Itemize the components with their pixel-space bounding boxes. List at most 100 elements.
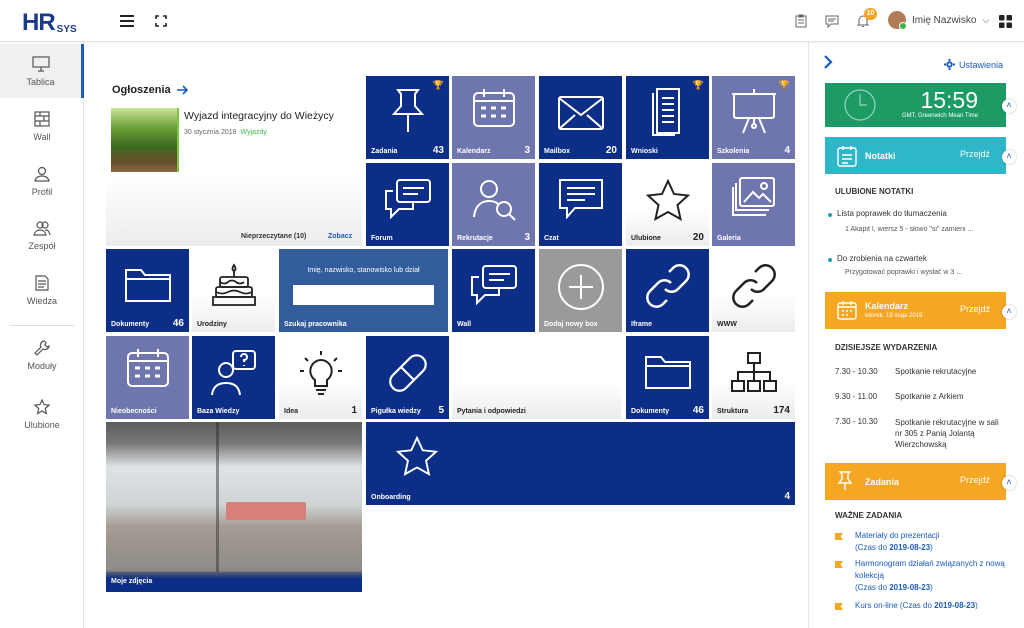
settings-label: Ustawienia <box>959 59 1004 70</box>
tile-add-box[interactable]: Dodaj nowy box <box>539 249 622 332</box>
calendar-date: wtorek, 19 maja 2019 <box>865 313 923 319</box>
tile-forum[interactable]: Forum <box>366 163 449 246</box>
task-due-date: 2019-08-23 <box>889 583 931 592</box>
sidebar-item-moduly[interactable]: Moduły <box>0 328 84 382</box>
bullet-dot <box>828 213 832 217</box>
tile-wall[interactable]: Wall <box>452 249 535 332</box>
tile-rekrutacje[interactable]: Rekrutacje 3 <box>452 163 535 246</box>
tile-count: 43 <box>432 145 444 156</box>
calendar-title: Kalendarz <box>865 300 909 311</box>
pushpin-icon <box>391 89 424 132</box>
tile-dokumenty[interactable]: Dokumenty 46 <box>106 249 189 332</box>
presentation-board-icon <box>731 89 776 134</box>
chevron-up-icon[interactable]: ˄ <box>1002 99 1016 113</box>
announcements-tile[interactable]: Ogłoszenia Wyjazd integracyjny do Wieżyc… <box>106 76 362 246</box>
user-menu[interactable]: Imię Nazwisko ⌵ <box>888 11 989 30</box>
tile-ulubione[interactable]: Ulubione 20 <box>626 163 709 246</box>
event-title[interactable]: Spotkanie z Arkiem <box>895 392 963 401</box>
unread-count: Nieprzeczytane (10) <box>241 233 307 240</box>
tile-czat[interactable]: Czat <box>539 163 622 246</box>
notes-title: Notatki <box>865 150 896 161</box>
tile-mailbox[interactable]: Mailbox 20 <box>539 76 622 159</box>
employee-search-input[interactable] <box>293 285 434 305</box>
star-outline-icon <box>645 179 690 221</box>
tile-label: Dokumenty <box>111 321 150 328</box>
tile-iframe[interactable]: Iframe <box>626 249 709 332</box>
tile-dokumenty-2[interactable]: Dokumenty 46 <box>626 336 709 419</box>
tile-label: Galeria <box>717 235 741 242</box>
tile-galeria[interactable]: Galeria <box>712 163 795 246</box>
see-link[interactable]: Zobacz <box>328 233 352 240</box>
tasks-header[interactable]: Zadania Przejdź ˄ <box>825 463 1016 500</box>
event-title[interactable]: Spotkanie rekrutacyjne <box>895 367 976 376</box>
clipboard-icon[interactable] <box>792 12 810 30</box>
tasks-go-link[interactable]: Przejdź <box>960 475 990 485</box>
task-item[interactable]: Materiały do prezentacji (Czas do 2019-0… <box>855 530 939 554</box>
tile-nieobecnosci[interactable]: Nieobecności <box>106 336 189 419</box>
tile-label: Dodaj nowy box <box>544 321 598 328</box>
tile-label: Idea <box>284 408 299 415</box>
star-outline-icon <box>395 435 439 481</box>
chat-bubble-icon <box>558 179 603 219</box>
tile-www[interactable]: WWW <box>712 249 795 332</box>
tile-szkolenia[interactable]: 🏆 Szkolenia 4 <box>712 76 795 159</box>
chevron-up-icon[interactable]: ˄ <box>1002 304 1016 319</box>
fullscreen-icon[interactable] <box>152 12 170 30</box>
hamburger-menu-icon[interactable] <box>118 12 136 30</box>
tile-pytania[interactable]: Pytania i odpowiedzi <box>452 336 621 419</box>
sidebar-item-zespol[interactable]: Zespół <box>0 208 84 262</box>
flag-icon <box>835 603 843 610</box>
notes-go-link[interactable]: Przejdź <box>960 149 990 159</box>
event-title[interactable]: Spotkanie rekrutacyjne w sali nr 305 z P… <box>895 417 1005 450</box>
announcement-headline[interactable]: Wyjazd integracyjny do Wieżycy <box>184 110 356 122</box>
tile-szukaj-pracownika[interactable]: Imię, nazwisko, stanowisko lub dział Szu… <box>279 249 448 332</box>
chevron-up-icon[interactable]: ˄ <box>1002 149 1016 164</box>
collapse-panel-icon[interactable] <box>823 55 833 74</box>
sidebar-item-label: Tablica <box>26 76 55 87</box>
tile-zadania[interactable]: 🏆 Zadania 43 <box>366 76 449 159</box>
sidebar-item-tablica[interactable]: Tablica <box>0 44 84 98</box>
sidebar-item-ulubione[interactable]: Ulubione <box>0 387 84 441</box>
tile-label: Kalendarz <box>457 148 491 155</box>
right-panel: Ustawienia 15:59 GMT, Greenwich Mean Tim… <box>808 42 1024 628</box>
announcement-image[interactable] <box>111 108 179 172</box>
tile-kalendarz[interactable]: Kalendarz 3 <box>452 76 535 159</box>
note-title[interactable]: Do zrobienia na czwartek <box>837 254 927 263</box>
notes-header[interactable]: Notatki Przejdź ˄ <box>825 137 1016 174</box>
announcement-category[interactable]: Wyjazdy <box>241 129 267 136</box>
task-due: (Czas do 2019-08-23) <box>855 582 1015 594</box>
sidebar-item-profil[interactable]: Profil <box>0 154 84 208</box>
calendar-header[interactable]: Kalendarz wtorek, 19 maja 2019 Przejdź ˄ <box>825 292 1016 329</box>
tile-pigulka-wiedzy[interactable]: Pigułka wiedzy 5 <box>366 336 449 419</box>
event-time: 9.30 - 11.00 <box>835 392 878 401</box>
bullet-dot <box>828 258 832 262</box>
chat-icon[interactable] <box>823 12 841 30</box>
task-item[interactable]: Harmonogram działań związanych z nową ko… <box>855 558 1015 594</box>
chevron-up-icon[interactable]: ˄ <box>1002 475 1016 490</box>
tile-onboarding[interactable]: Onboarding 4 <box>366 422 795 505</box>
plus-circle-icon <box>557 264 604 310</box>
tile-wnioski[interactable]: 🏆 Wnioski <box>626 76 709 159</box>
tile-idea[interactable]: Idea 1 <box>279 336 362 419</box>
tile-count: 46 <box>692 405 704 416</box>
flag-icon <box>835 533 843 540</box>
tile-moje-zdjecia[interactable]: Moje zdjęcia <box>106 422 362 592</box>
logo[interactable]: HR SYS <box>22 9 77 35</box>
sidebar-item-wall[interactable]: Wall <box>0 99 84 153</box>
note-title[interactable]: Lista poprawek do tłumaczenia <box>837 209 947 218</box>
apps-grid-icon[interactable] <box>996 12 1014 30</box>
announcements-title[interactable]: Ogłoszenia <box>112 84 188 96</box>
calendar-go-link[interactable]: Przejdź <box>960 304 990 314</box>
tile-count: 4 <box>784 145 790 156</box>
tile-baza-wiedzy[interactable]: Baza Wiedzy <box>192 336 275 419</box>
tile-label: Dokumenty <box>631 408 670 415</box>
settings-link[interactable]: Ustawienia <box>944 59 1003 70</box>
tile-label: Czat <box>544 235 559 242</box>
sidebar-item-wiedza[interactable]: Wiedza <box>0 263 84 317</box>
tile-label: Onboarding <box>371 494 411 501</box>
pushpin-icon <box>837 471 853 490</box>
task-item[interactable]: Kurs on-line (Czas do 2019-08-23) <box>855 600 978 612</box>
tile-urodziny[interactable]: Urodziny <box>192 249 275 332</box>
wrench-icon <box>34 339 50 356</box>
tile-struktura[interactable]: Struktura 174 <box>712 336 795 419</box>
